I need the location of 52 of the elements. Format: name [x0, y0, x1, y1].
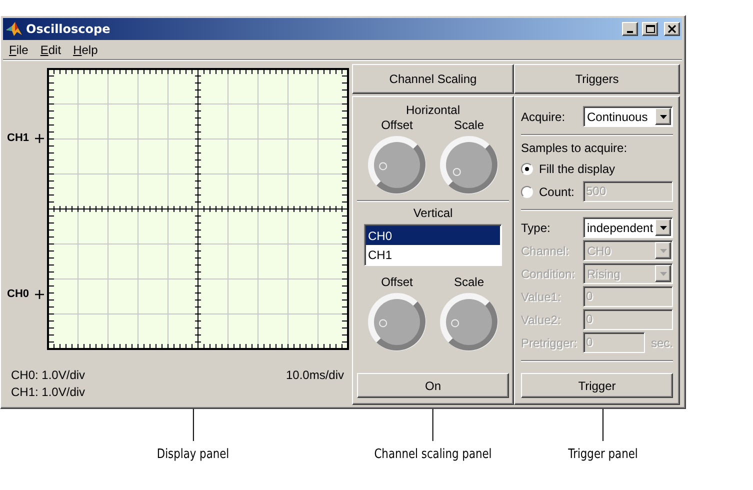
dropdown-arrow-icon: [660, 272, 666, 276]
menu-item[interactable]: File: [3, 42, 34, 56]
radio-label: Fill the display: [539, 162, 616, 176]
menu-item[interactable]: Help: [67, 42, 104, 56]
channel-marker-label: CH0: [7, 288, 30, 300]
close-button[interactable]: [664, 22, 680, 36]
knob[interactable]: [439, 135, 499, 195]
app-logo-icon: [6, 22, 22, 36]
minimize-button[interactable]: [622, 22, 638, 36]
radio-label: Count:: [539, 184, 574, 198]
field-label: Type:: [521, 220, 552, 234]
section-label: Samples to acquire:: [521, 141, 628, 155]
menu-item[interactable]: Edit: [34, 42, 68, 56]
plus-marker-icon: [35, 134, 44, 142]
channel-marker-label: CH1: [7, 132, 30, 144]
panel-header: Channel Scaling: [352, 64, 514, 94]
knob[interactable]: [367, 292, 427, 352]
dropdown-arrow-icon: [660, 114, 666, 118]
knob-label: Scale: [454, 275, 484, 289]
callout-label: Display panel: [156, 447, 230, 462]
callout-label: Channel scaling panel: [374, 447, 492, 462]
scale-readout: CH1: 1.0V/div: [11, 385, 86, 399]
leader-line: [602, 409, 604, 441]
leader-line: [432, 409, 434, 441]
knob-label: Scale: [454, 118, 484, 132]
section-title: Horizontal: [406, 103, 460, 117]
section-title: Vertical: [413, 206, 453, 220]
knob-label: Offset: [381, 118, 413, 132]
dropdown[interactable]: independent: [583, 217, 673, 238]
minimize-icon: [627, 31, 633, 33]
acquire-dropdown[interactable]: Continuous: [583, 106, 673, 127]
field-label: Acquire:: [521, 110, 566, 124]
scale-readout: CH0: 1.0V/div: [11, 368, 86, 382]
channel-list-item[interactable]: CH0: [366, 226, 500, 245]
dropdown-arrow-icon: [660, 226, 666, 230]
knob[interactable]: [439, 292, 499, 352]
radio-button[interactable]: [521, 162, 533, 174]
trigger-button[interactable]: Trigger: [521, 373, 673, 398]
maximize-button[interactable]: [642, 22, 658, 36]
plus-marker-icon: [35, 290, 44, 298]
callout-label: Trigger panel: [568, 447, 638, 462]
radio-button[interactable]: [521, 186, 533, 198]
maximize-icon: [646, 25, 654, 33]
close-icon: [668, 25, 676, 33]
time-readout: 10.0ms/div: [286, 368, 344, 382]
on-button[interactable]: On: [357, 373, 509, 398]
leader-line: [192, 409, 194, 441]
window-title: Oscilloscope: [26, 22, 112, 36]
panel-header: Triggers: [514, 64, 680, 94]
dropdown-arrow-icon: [660, 248, 666, 252]
knob-label: Offset: [381, 275, 413, 289]
knob[interactable]: [367, 135, 427, 195]
